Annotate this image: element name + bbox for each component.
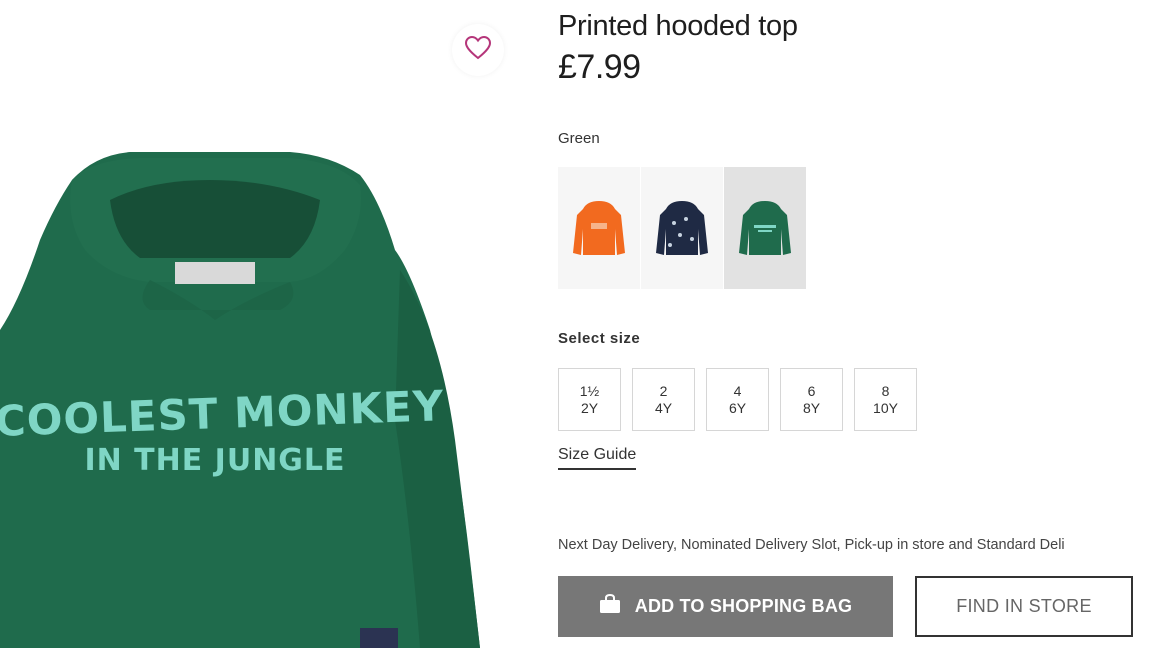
size-years-value: 8Y — [802, 399, 821, 416]
size-age-value: 6 — [807, 382, 816, 399]
swatch-orange[interactable] — [558, 167, 640, 289]
add-to-bag-label: ADD TO SHOPPING BAG — [634, 596, 853, 616]
select-size-label: Select size — [558, 330, 641, 347]
size-age-value: 4 — [733, 382, 742, 399]
size-option[interactable]: 1½ 2Y — [558, 368, 621, 431]
swatch-navy[interactable] — [641, 167, 723, 289]
add-to-bag-button[interactable]: ADD TO SHOPPING BAG — [558, 576, 893, 637]
print-text-line2: IN THE JUNGLE — [84, 443, 345, 478]
size-age-value: 2 — [659, 382, 668, 399]
product-title: Printed hooded top — [558, 10, 798, 42]
orange-hoodie-thumbnail — [573, 201, 625, 255]
size-age-value: 1½ — [579, 382, 600, 399]
product-price: £7.99 — [558, 48, 641, 86]
find-in-store-label: FIND IN STORE — [956, 596, 1092, 616]
color-swatches — [558, 167, 806, 289]
size-option[interactable]: 2 4Y — [632, 368, 695, 431]
product-info: Printed hooded top £7.99 Green Select si… — [558, 0, 1152, 648]
navy-hoodie-thumbnail — [656, 201, 708, 255]
selected-color-label: Green — [558, 130, 600, 147]
size-years-value: 2Y — [580, 399, 599, 416]
heart-icon — [464, 35, 492, 66]
size-guide-link[interactable]: Size Guide — [558, 446, 637, 470]
product-image: COOLEST MONKEY IN THE JUNGLE — [0, 0, 520, 648]
delivery-info: Next Day Delivery, Nominated Delivery Sl… — [558, 537, 1065, 553]
shopping-bag-icon — [599, 593, 621, 619]
size-age-value: 8 — [881, 382, 890, 399]
size-years-value: 10Y — [873, 399, 898, 416]
swatch-green[interactable] — [724, 167, 806, 289]
size-years-value: 6Y — [728, 399, 747, 416]
hoodie-illustration: COOLEST MONKEY IN THE JUNGLE — [0, 152, 480, 648]
size-option[interactable]: 6 8Y — [780, 368, 843, 431]
size-option[interactable]: 8 10Y — [854, 368, 917, 431]
size-options: 1½ 2Y 2 4Y 4 6Y 6 8Y 8 10Y — [558, 368, 917, 431]
find-in-store-button[interactable]: FIND IN STORE — [915, 576, 1133, 637]
size-years-value: 4Y — [654, 399, 673, 416]
wishlist-button[interactable] — [452, 24, 504, 76]
size-option[interactable]: 4 6Y — [706, 368, 769, 431]
green-hoodie-thumbnail — [739, 201, 791, 255]
